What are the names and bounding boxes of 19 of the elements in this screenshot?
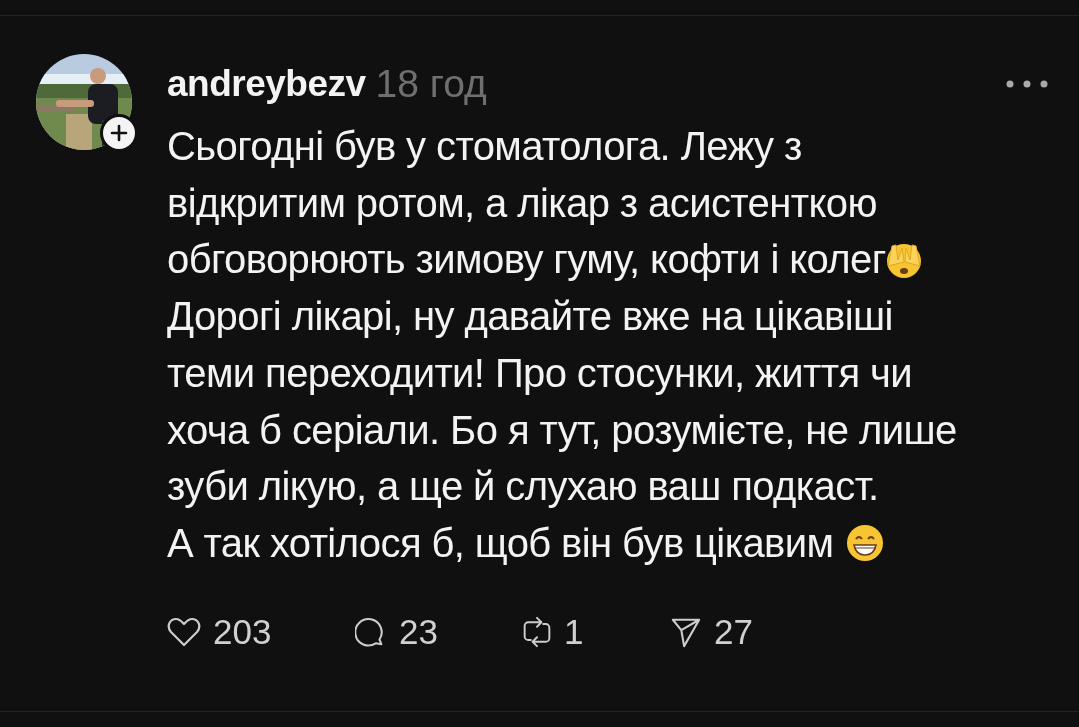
post-text-line: хоча б серіали. Бо я тут, розумієте, не лише — [167, 406, 957, 454]
heart-icon — [167, 616, 201, 647]
post-text-line: А так хотілося б, щоб він був цікавим — [167, 519, 834, 567]
post-text-line: зуби лікую, а ще й слухаю ваш подкаст. — [167, 463, 879, 511]
post-text-line: Сьогодні був у стоматолога. Лежу з — [167, 123, 802, 170]
post-text-line: Дорогі лікарі, ну давайте вже на цікавіші — [167, 293, 893, 341]
post-time: 18 год — [375, 62, 487, 106]
grinning-face-emoji-icon — [845, 523, 886, 564]
post-text-line: теми переходити! Про стосунки, життя чи — [167, 349, 913, 397]
share-button[interactable]: 27 — [670, 611, 858, 652]
repost-button[interactable]: 1 — [522, 611, 670, 652]
repost-icon — [522, 614, 552, 649]
reply-button[interactable]: 23 — [355, 611, 522, 652]
like-button[interactable]: 203 — [167, 611, 355, 652]
more-options-icon[interactable] — [1005, 79, 1049, 89]
post-text-line: обговорюють зимову гуму, кофти і колег — [167, 236, 886, 284]
post-text-line: відкритим ротом, а лікар з асистенткою — [167, 179, 877, 227]
username[interactable]: andreybezv — [167, 63, 366, 105]
plus-icon — [109, 123, 129, 143]
